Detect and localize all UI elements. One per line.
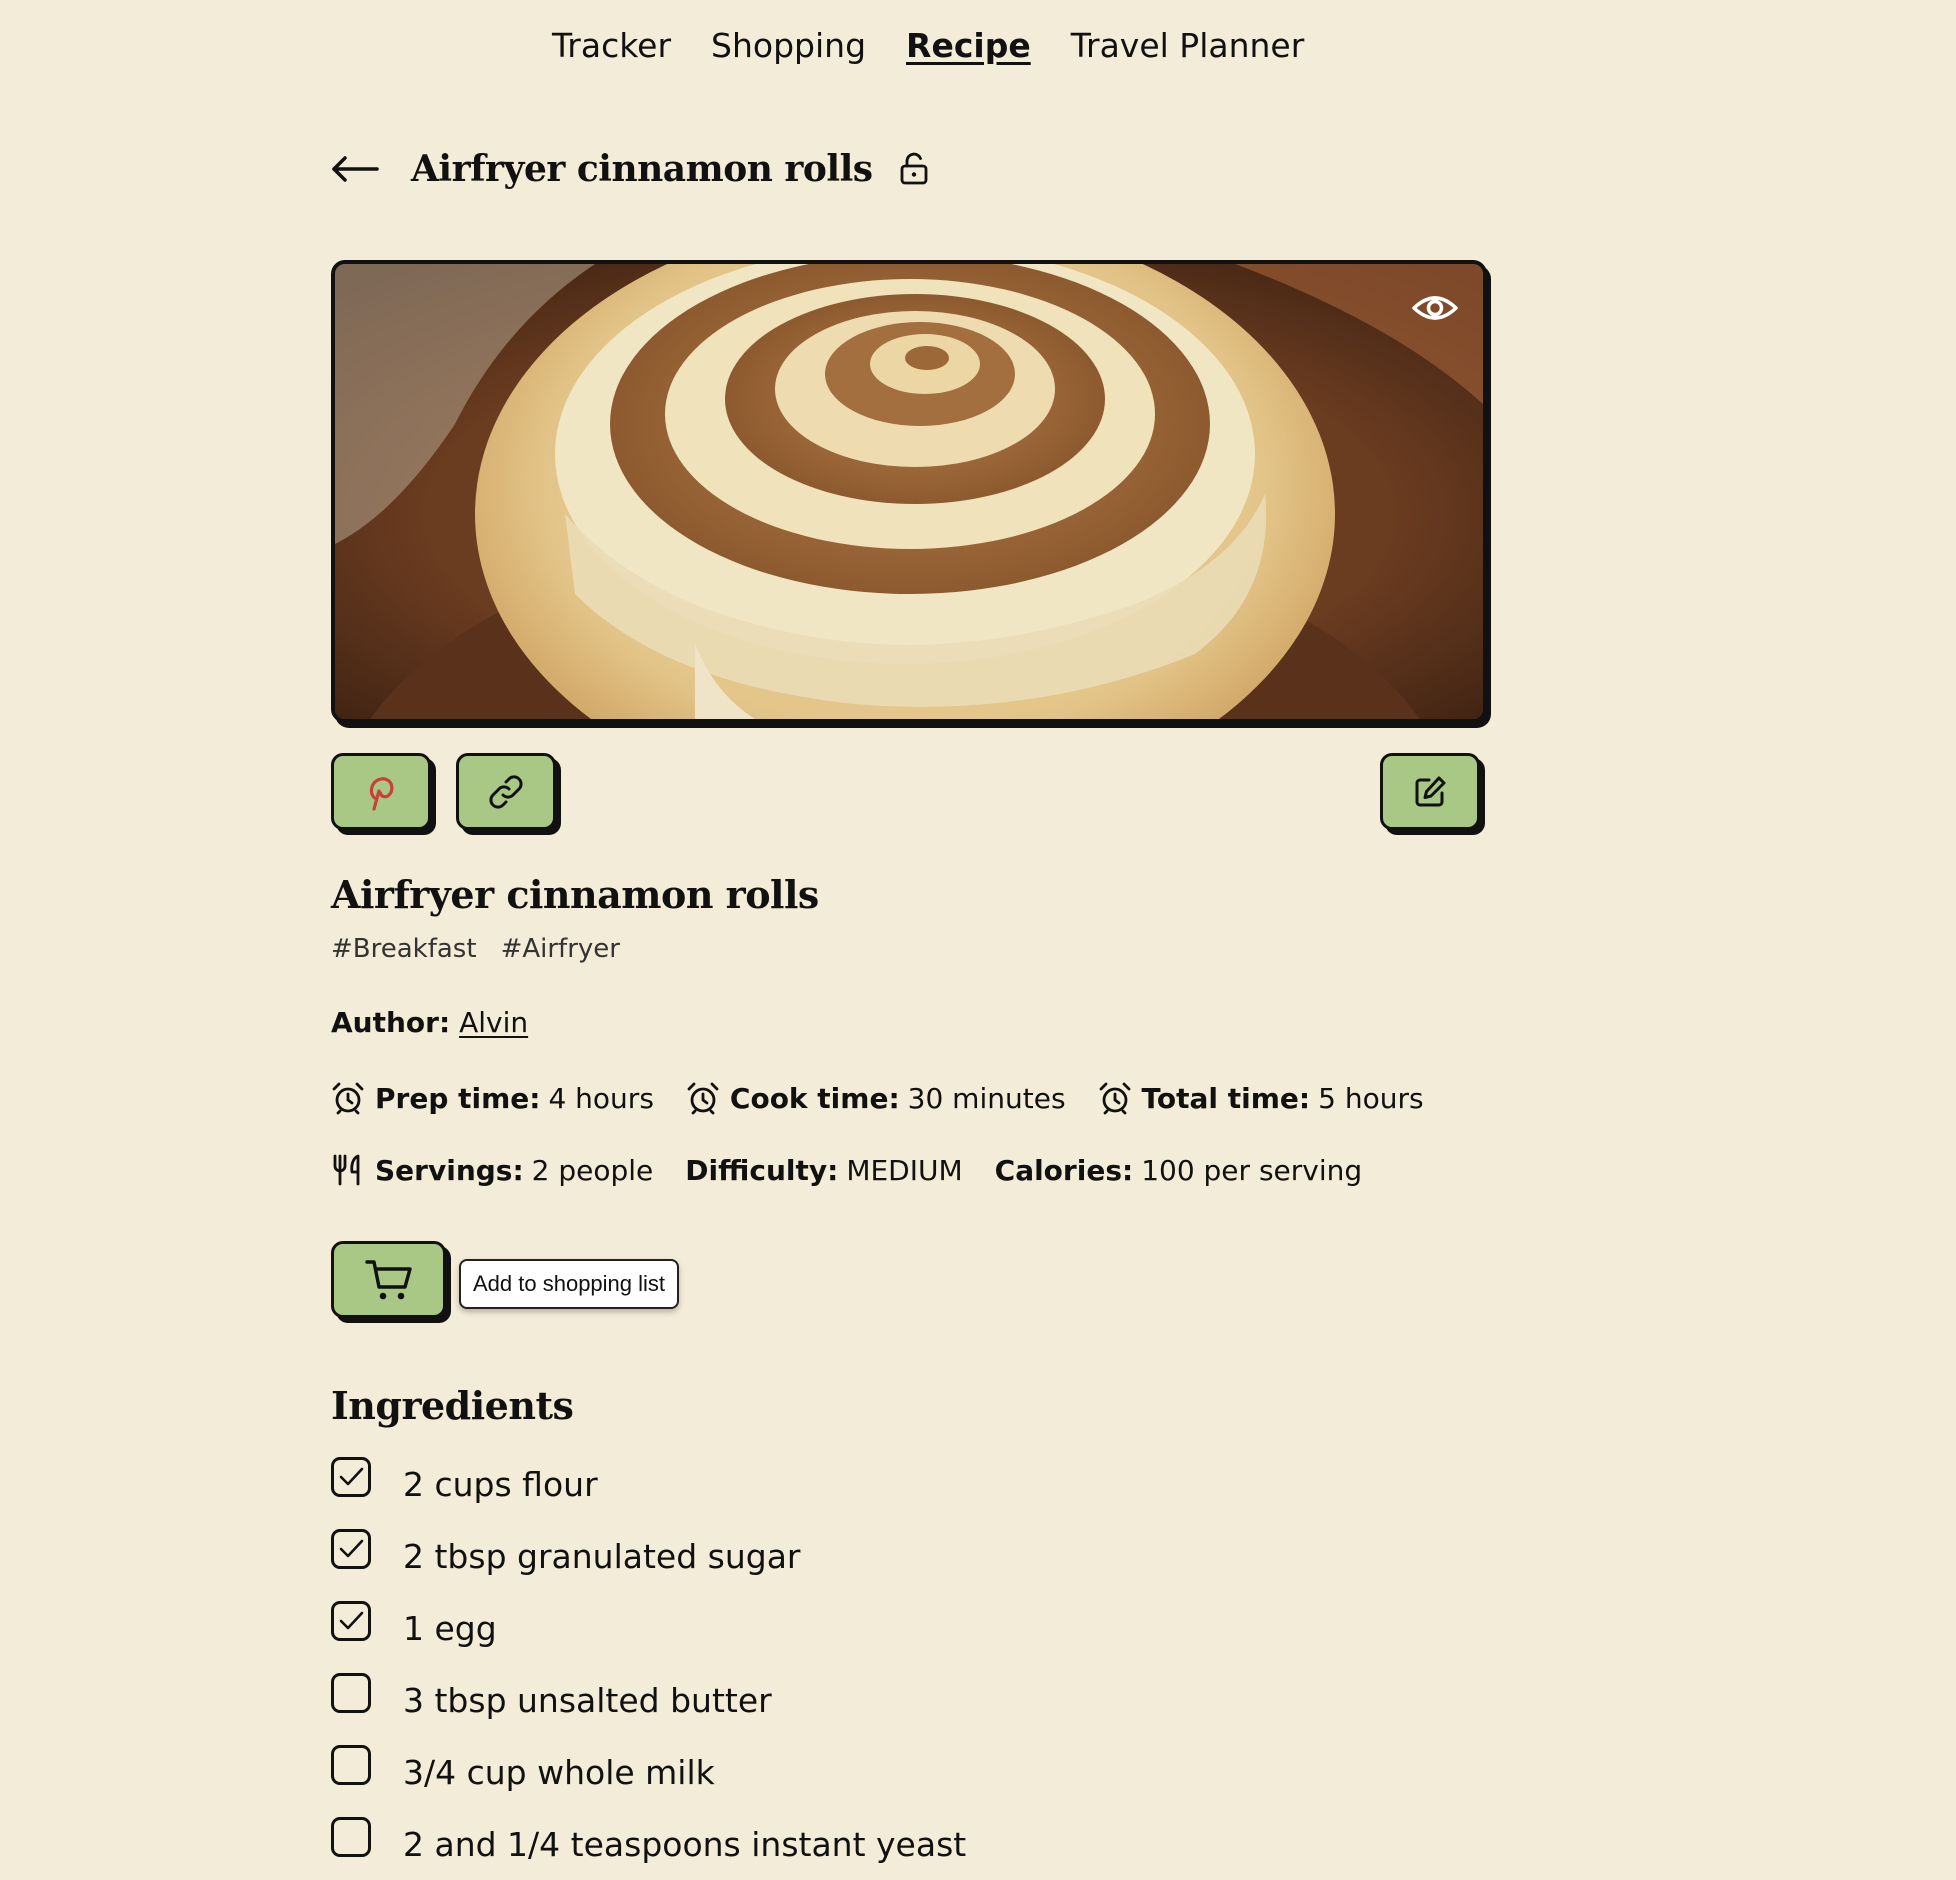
calories-value: 100 per serving [1141, 1153, 1363, 1187]
pinterest-icon [369, 776, 394, 811]
top-nav: Tracker Shopping Recipe Travel Planner [552, 26, 1304, 65]
recipe-title: Airfryer cinnamon rolls [331, 872, 819, 917]
prep-time: Prep time: 4 hours [331, 1081, 654, 1115]
cook-time-value: 30 minutes [907, 1081, 1066, 1115]
tag-airfryer[interactable]: #Airfryer [501, 934, 620, 964]
total-time-label: Total time: [1141, 1081, 1311, 1115]
cart-icon [364, 1259, 412, 1299]
calories: Calories: 100 per serving [995, 1154, 1363, 1187]
ingredient-item[interactable]: 3 tbsp unsalted butter [331, 1664, 966, 1736]
ingredient-item[interactable]: 2 tbsp granulated sugar [331, 1520, 966, 1592]
ingredient-checkbox-checked[interactable] [331, 1457, 371, 1497]
cook-time-label: Cook time: [729, 1081, 900, 1115]
check-icon [339, 1539, 364, 1558]
ingredient-list: 2 cups flour 2 tbsp granulated sugar 1 e… [331, 1448, 966, 1880]
ingredient-label: 2 cups flour [403, 1464, 598, 1504]
check-icon [339, 1611, 364, 1630]
check-icon [339, 1467, 364, 1486]
total-time: Total time: 5 hours [1098, 1081, 1424, 1115]
page-title: Airfryer cinnamon rolls [411, 148, 873, 190]
cook-time: Cook time: 30 minutes [686, 1081, 1066, 1115]
ingredient-checkbox-checked[interactable] [331, 1529, 371, 1569]
prep-time-value: 4 hours [548, 1081, 654, 1115]
tag-breakfast[interactable]: #Breakfast [331, 934, 477, 964]
ingredient-label: 2 tbsp granulated sugar [403, 1536, 801, 1576]
ingredient-item[interactable]: 1 egg [331, 1592, 966, 1664]
ingredient-checkbox-checked[interactable] [331, 1601, 371, 1641]
calories-label: Calories: [994, 1153, 1134, 1187]
ingredient-item[interactable]: 3/4 cup whole milk [331, 1736, 966, 1808]
nav-shopping[interactable]: Shopping [711, 26, 866, 65]
alarm-clock-icon [1099, 1082, 1130, 1115]
edit-icon [1415, 776, 1446, 806]
link-icon [489, 774, 523, 809]
unlock-icon[interactable] [899, 152, 929, 186]
copy-link-button[interactable] [456, 753, 556, 830]
serving-info: Servings: 2 people Difficulty: MEDIUM Ca… [331, 1153, 1394, 1187]
difficulty: Difficulty: MEDIUM [685, 1154, 962, 1187]
utensils-icon [333, 1154, 360, 1186]
alarm-clock-icon [332, 1082, 364, 1115]
author-row: Author: Alvin [331, 1006, 528, 1039]
ingredient-checkbox[interactable] [331, 1745, 371, 1785]
servings-value: 2 people [531, 1153, 654, 1187]
cinnamon-roll-image [335, 264, 1483, 719]
add-to-shopping-list-button[interactable] [331, 1241, 446, 1318]
nav-recipe[interactable]: Recipe [906, 26, 1031, 65]
time-info: Prep time: 4 hours Cook time: 30 minutes… [331, 1081, 1456, 1115]
pinterest-button[interactable] [331, 753, 431, 830]
edit-button[interactable] [1380, 753, 1480, 830]
prep-time-label: Prep time: [375, 1081, 541, 1115]
difficulty-value: MEDIUM [846, 1153, 963, 1187]
nav-travel-planner[interactable]: Travel Planner [1071, 26, 1305, 65]
total-time-value: 5 hours [1318, 1081, 1424, 1115]
ingredient-checkbox[interactable] [331, 1817, 371, 1857]
nav-tracker[interactable]: Tracker [552, 26, 671, 65]
ingredient-label: 1 egg [403, 1608, 497, 1648]
servings-label: Servings: [375, 1153, 524, 1187]
eye-icon[interactable] [1411, 290, 1459, 326]
servings: Servings: 2 people [331, 1153, 653, 1187]
ingredient-label: 3/4 cup whole milk [403, 1752, 715, 1792]
page-header: Airfryer cinnamon rolls [331, 148, 929, 190]
shopping-tooltip: Add to shopping list [459, 1259, 680, 1309]
difficulty-label: Difficulty: [685, 1153, 839, 1187]
alarm-clock-icon [687, 1082, 719, 1115]
ingredient-label: 3 tbsp unsalted butter [403, 1680, 772, 1720]
tag-list: #Breakfast #Airfryer [331, 934, 620, 964]
ingredients-heading: Ingredients [331, 1383, 574, 1428]
recipe-image [331, 260, 1487, 723]
author-link[interactable]: Alvin [459, 1006, 528, 1039]
arrow-left-icon[interactable] [331, 154, 379, 184]
ingredient-checkbox[interactable] [331, 1673, 371, 1713]
ingredient-label: 2 and 1/4 teaspoons instant yeast [403, 1824, 967, 1864]
ingredient-item[interactable]: 2 cups flour [331, 1448, 966, 1520]
ingredient-item[interactable]: 2 and 1/4 teaspoons instant yeast [331, 1808, 966, 1880]
author-label: Author: [331, 1006, 451, 1039]
